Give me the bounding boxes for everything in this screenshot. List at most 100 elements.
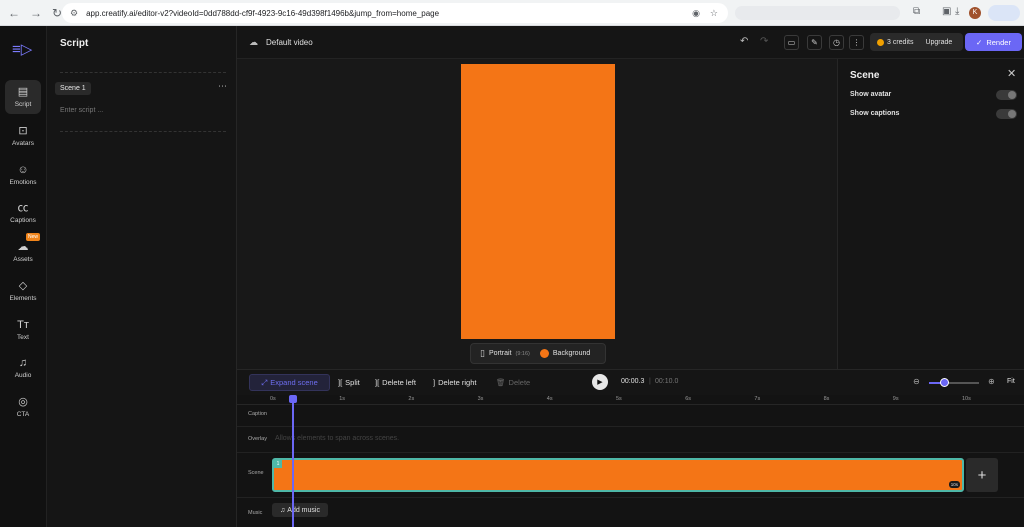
caption-track[interactable]: Caption [237,405,1024,427]
editor-topbar: ☁ Default video ↶ ↷ ▭ ✎ ◷ ⋮ 3 credits Up… [237,26,1024,59]
script-input[interactable]: Enter script ... [60,107,103,114]
redo-icon[interactable]: ↷ [760,36,768,47]
divider [60,131,226,132]
tab-search-icon[interactable]: ▣ [942,6,951,17]
overlay-track[interactable]: Overlay Allows elements to span across s… [237,427,1024,453]
add-scene-button[interactable]: + [966,458,998,492]
url-text[interactable]: app.creatify.ai/editor-v2?videoId=0dd788… [86,9,692,18]
eye-off-icon[interactable]: ◉ [692,8,700,19]
delete-right-button[interactable]: ] Delete right [433,378,476,387]
delete-label: Delete [508,378,531,387]
rail-item-audio[interactable]: ♫ Audio [5,351,41,385]
captions-icon: ㏄ [17,201,29,214]
browser-nav: ← → ↻ [0,6,62,20]
split-label: Split [345,378,360,387]
current-time: 00:00.3 [621,378,645,385]
rail-label: Emotions [9,178,37,186]
rail-item-cta[interactable]: ◎ CTA [5,390,41,424]
add-music-button[interactable]: ♫ Add music [272,503,328,517]
profile-pill[interactable] [988,5,1020,21]
script-icon: ▤ [17,85,29,98]
rail-item-text[interactable]: Tт Text [5,313,41,347]
star-icon[interactable]: ☆ [710,8,718,19]
comment-icon[interactable]: ✎ [807,35,822,50]
reload-icon[interactable]: ↻ [52,6,62,20]
split-button[interactable]: ][ Split [338,378,360,387]
canvas-controls: ▯ Portrait (9:16) Background [470,343,606,364]
show-avatar-label: Show avatar [850,91,892,98]
check-icon: ✓ [976,37,983,47]
more-options-icon[interactable]: ⋯ [218,81,227,92]
caption-track-label: Caption [248,411,267,417]
profile-avatar[interactable]: K [969,7,981,19]
time-ruler[interactable]: 0s 1s 2s 3s 4s 5s 6s 7s 8s 9s 10s [237,395,1024,405]
upgrade-button[interactable]: Upgrade [925,39,952,46]
rail-item-emotions[interactable]: ☺ Emotions [5,158,41,192]
zoom-out-icon[interactable]: ⊖ [913,377,920,386]
rail-label: CTA [16,410,30,418]
close-icon[interactable]: ✕ [1007,67,1016,80]
site-info-icon[interactable]: ⚙ [70,8,78,19]
total-time: 00:10.0 [655,378,679,385]
expand-scene-button[interactable]: ⤢ Expand scene [249,374,330,391]
subtitle-icon[interactable]: ▭ [784,35,799,50]
background-swatch[interactable] [539,349,549,358]
rail-item-elements[interactable]: ◇ Elements [5,274,41,308]
zoom-in-icon[interactable]: ⊕ [988,377,995,386]
creatify-logo[interactable]: ≡▷ [12,40,36,58]
extensions-icon[interactable]: ⧉ [913,6,920,17]
ruler-tick: 3s [477,396,484,402]
ruler-tick: 4s [546,396,553,402]
rail-label: Elements [9,294,37,302]
coin-icon [877,38,884,46]
left-rail: ≡▷ ▤ Script ⊡ Avatars ☺ Emotions ㏄ Capti… [0,26,47,527]
avatar-icon: ⊡ [18,124,28,137]
ruler-tick: 2s [408,396,415,402]
show-captions-toggle[interactable] [996,109,1017,119]
video-name[interactable]: Default video [266,38,313,47]
rail-item-avatars[interactable]: ⊡ Avatars [5,119,41,153]
script-panel: Script Scene 1 ⋯ Enter script ... [47,26,237,527]
scene-chip[interactable]: Scene 1 [55,82,91,95]
render-button[interactable]: ✓ Render [965,33,1022,51]
timeline: 0s 1s 2s 3s 4s 5s 6s 7s 8s 9s 10s Caption Overlay … [237,395,1024,527]
rail-label: Assets [13,255,33,263]
playhead-handle[interactable] [289,395,297,403]
zoom-slider[interactable] [929,382,979,384]
history-icon[interactable]: ◷ [829,35,844,50]
scene-track-label: Scene [248,470,264,476]
music-track-label: Music [248,510,263,516]
delete-left-button[interactable]: ][ Delete left [375,378,416,387]
back-icon[interactable]: ← [8,6,20,20]
play-button[interactable]: ▶ [592,374,608,390]
delete-button[interactable]: 🗑 Delete [496,378,530,387]
show-avatar-toggle[interactable] [996,90,1017,100]
delete-right-icon: ] [433,378,436,387]
zoom-slider-handle[interactable] [939,378,949,387]
undo-icon[interactable]: ↶ [740,36,748,47]
panel-title: Script [60,38,89,49]
credits-pill[interactable]: 3 credits Upgrade [870,33,963,51]
show-captions-label: Show captions [850,110,900,117]
rail-label: Captions [10,216,36,224]
ruler-tick: 0s [270,396,276,402]
scene-clip[interactable]: 1 10s [272,458,964,492]
background-button[interactable]: Background [553,350,590,357]
more-vert-icon[interactable]: ⋮ [849,35,864,50]
canvas-area: ▯ Portrait (9:16) Background [237,59,837,369]
download-icon[interactable]: ⤓ [955,6,959,17]
rail-item-captions[interactable]: ㏄ Captions [5,196,41,230]
rail-label: Script [14,100,32,108]
ruler-tick: 8s [823,396,830,402]
rail-label: Audio [14,371,32,379]
fit-button[interactable]: Fit [1007,378,1015,385]
delete-right-label: Delete right [438,378,477,387]
split-icon: ][ [338,378,343,387]
forward-icon[interactable]: → [30,6,42,20]
rail-item-script[interactable]: ▤ Script [5,80,41,114]
address-bar[interactable]: ⚙ app.creatify.ai/editor-v2?videoId=0dd7… [62,3,728,23]
playhead[interactable] [292,395,294,527]
text-icon: Tт [17,318,29,331]
video-preview[interactable] [461,64,615,339]
ratio-button[interactable]: Portrait [489,350,512,357]
